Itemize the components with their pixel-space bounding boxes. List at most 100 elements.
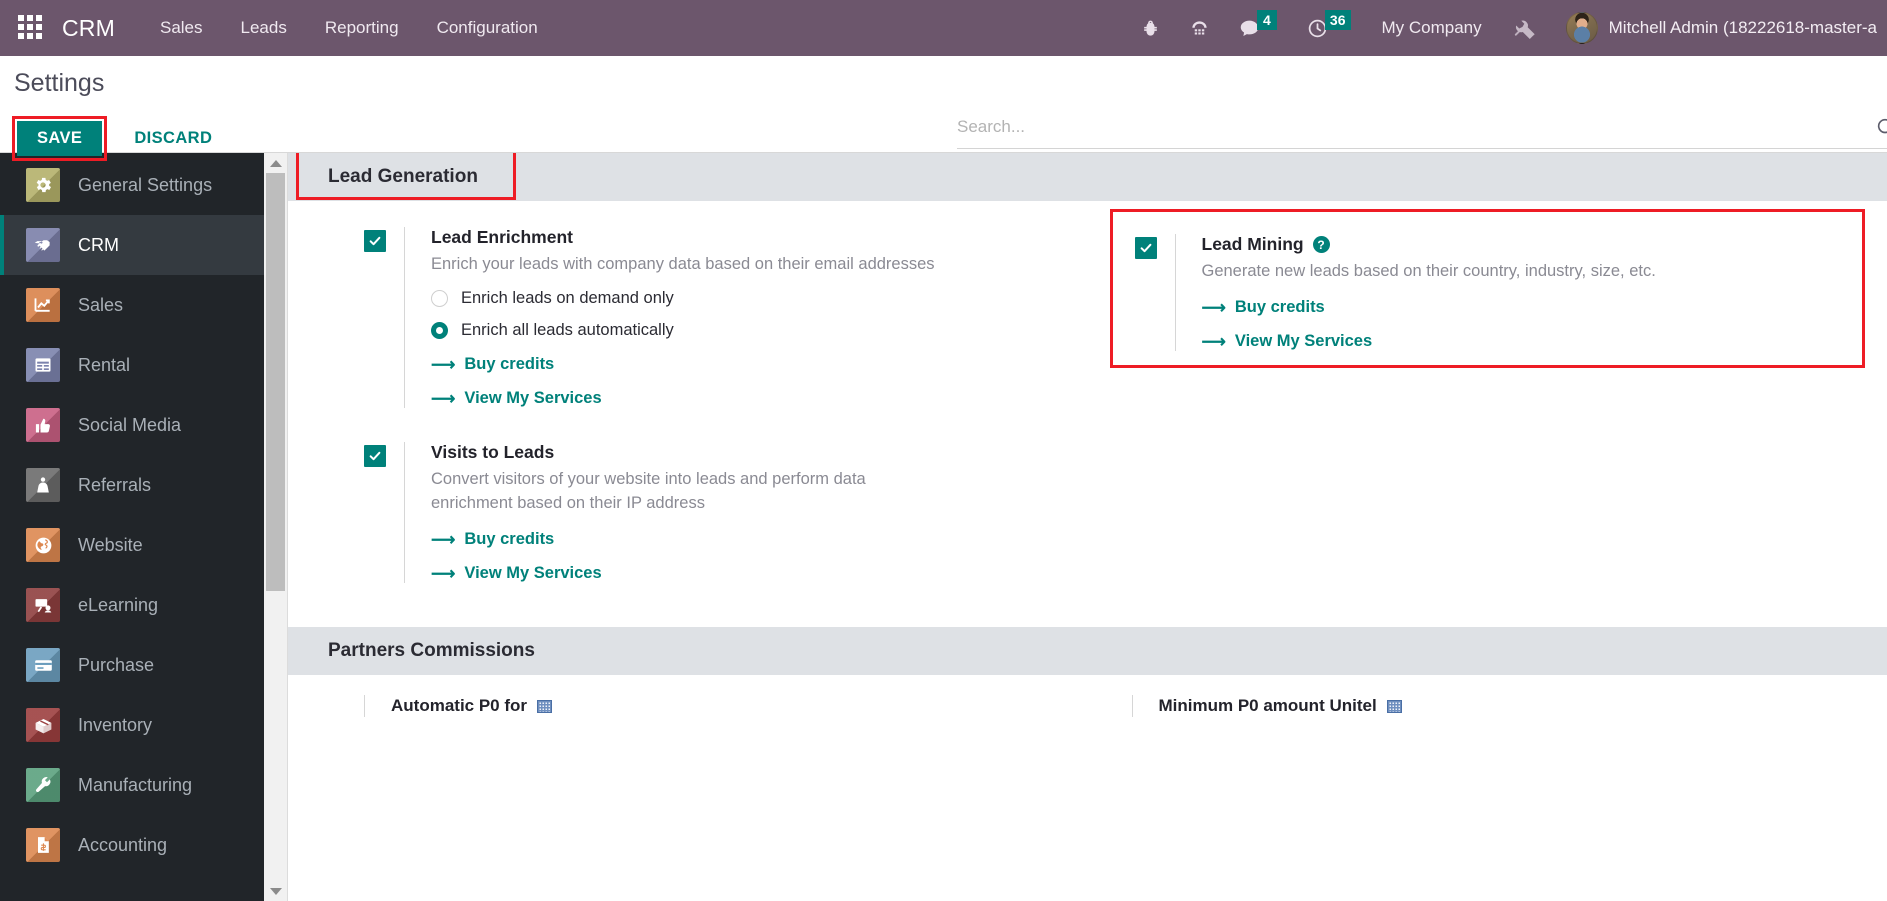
top-navbar: CRM Sales Leads Reporting Configuration … (0, 0, 1887, 56)
arrow-right-icon: ⟶ (1201, 298, 1226, 318)
scrollbar-down-arrow[interactable] (264, 881, 287, 901)
sidebar-item-elearning[interactable]: eLearning (0, 575, 264, 635)
lead-enrichment-content: Lead Enrichment Enrich your leads with c… (404, 227, 1068, 409)
messages-icon[interactable]: 4 (1224, 0, 1292, 56)
link-label: Buy credits (464, 530, 555, 549)
sidebar-item-general-settings[interactable]: General Settings (0, 155, 264, 215)
company-switcher[interactable]: My Company (1366, 18, 1498, 38)
sidebar-item-label: Accounting (78, 834, 168, 855)
box-icon (26, 708, 60, 742)
settings-scrollbar[interactable] (264, 153, 288, 901)
sidebar-item-inventory[interactable]: Inventory (0, 695, 264, 755)
invoice-icon (26, 828, 60, 862)
automatic-po-label: Automatic P0 for (391, 696, 528, 716)
app-brand-crm[interactable]: CRM (56, 15, 141, 42)
lead-generation-left-column: Lead Enrichment Enrich your leads with c… (288, 227, 1088, 617)
radio-button[interactable] (431, 290, 448, 308)
lead-enrichment-title-text: Lead Enrichment (431, 227, 573, 247)
lead-enrichment-description: Enrich your leads with company data base… (431, 255, 935, 273)
radio-enrich-automatically[interactable]: Enrich all leads automatically (431, 321, 1068, 340)
search-icon[interactable] (1875, 116, 1887, 138)
gear-icon (26, 168, 60, 202)
lead-mining-checkbox[interactable] (1134, 237, 1157, 259)
navbar-right-group: 4 36 My Company Mitchell Admin (18222618… (1126, 0, 1887, 56)
automatic-po-field: Automatic P0 for (364, 695, 1088, 718)
lead-enrichment-view-services-link[interactable]: ⟶ View My Services (431, 389, 602, 408)
sidebar-item-accounting[interactable]: Accounting (0, 815, 264, 875)
lead-mining-title: Lead Mining ? (1202, 234, 1843, 255)
arrow-right-icon: ⟶ (431, 355, 456, 375)
radio-label: Enrich leads on demand only (461, 289, 674, 308)
user-name-label: Mitchell Admin (18222618-master-a (1608, 18, 1877, 37)
scrollbar-up-arrow[interactable] (264, 153, 287, 173)
lead-mining-buy-credits-link[interactable]: ⟶ Buy credits (1202, 298, 1325, 317)
lead-enrichment-checkbox[interactable] (364, 230, 386, 252)
lead-enrichment-title: Lead Enrichment (431, 227, 1068, 248)
sidebar-item-referrals[interactable]: Referrals (0, 455, 264, 515)
grid-icon (537, 699, 553, 713)
settings-body: General Settings CRM Sales Rental Social (0, 153, 1887, 901)
visits-to-leads-title-text: Visits to Leads (431, 442, 555, 463)
save-button[interactable]: SAVE (17, 121, 103, 157)
visits-to-leads-buy-credits-link[interactable]: ⟶ Buy credits (431, 530, 554, 549)
nav-menu-sales[interactable]: Sales (141, 0, 222, 56)
visits-to-leads-view-services-link[interactable]: ⟶ View My Services (431, 564, 602, 583)
arrow-right-icon: ⟶ (431, 389, 456, 409)
search-bar (957, 116, 1887, 149)
scrollbar-thumb[interactable] (266, 173, 285, 591)
sidebar-item-purchase[interactable]: Purchase (0, 635, 264, 695)
lead-generation-right-column: Lead Mining ? Generate new leads based o… (1088, 209, 1887, 617)
sidebar-item-label: Sales (78, 294, 124, 315)
partners-commissions-right-column: Minimum P0 amount Unitel (1088, 695, 1887, 718)
visits-to-leads-description: Convert visitors of your website into le… (431, 470, 866, 512)
nav-menu-configuration[interactable]: Configuration (418, 0, 557, 56)
visits-to-leads-title: Visits to Leads (431, 442, 1068, 463)
discard-button[interactable]: DISCARD (120, 121, 226, 156)
help-question-icon[interactable]: ? (1312, 236, 1330, 253)
arrow-right-icon: ⟶ (1201, 332, 1226, 352)
sidebar-item-website[interactable]: Website (0, 515, 264, 575)
visits-to-leads-content: Visits to Leads Convert visitors of your… (404, 442, 1068, 584)
activities-clock-icon[interactable]: 36 (1292, 0, 1366, 56)
settings-sidebar: General Settings CRM Sales Rental Social (0, 153, 264, 901)
sidebar-item-label: General Settings (78, 174, 213, 195)
dialpad-icon[interactable] (1175, 0, 1224, 56)
sidebar-item-label: Inventory (78, 714, 153, 735)
sidebar-item-label: Rental (78, 354, 131, 375)
grid-icon (1386, 699, 1402, 713)
partners-commissions-left-column: Automatic P0 for (288, 695, 1088, 718)
form-action-buttons: SAVE DISCARD (12, 116, 226, 162)
partners-commissions-body: Automatic P0 for Minimum P0 amount Unite… (288, 675, 1887, 718)
minimum-po-label: Minimum P0 amount Unitel (1158, 696, 1377, 716)
scrollbar-track[interactable] (264, 173, 287, 881)
nav-menu-leads[interactable]: Leads (222, 0, 306, 56)
visits-to-leads-checkbox[interactable] (364, 445, 386, 468)
lead-generation-body: Lead Enrichment Enrich your leads with c… (288, 201, 1887, 627)
section-header-partners-commissions: Partners Commissions (288, 627, 1887, 676)
link-label: Buy credits (1234, 298, 1325, 317)
setting-block-visits-to-leads: Visits to Leads Convert visitors of your… (364, 442, 1068, 584)
bug-icon[interactable] (1126, 0, 1175, 56)
activities-badge: 36 (1324, 10, 1351, 30)
sidebar-item-rental[interactable]: Rental (0, 335, 264, 395)
avatar (1565, 12, 1598, 44)
sidebar-item-social-media[interactable]: Social Media (0, 395, 264, 455)
user-menu[interactable]: Mitchell Admin (18222618-master-a (1552, 12, 1887, 44)
search-input[interactable] (957, 117, 1875, 137)
radio-enrich-on-demand[interactable]: Enrich leads on demand only (431, 289, 1068, 308)
link-label: View My Services (464, 564, 602, 583)
sidebar-item-crm[interactable]: CRM (0, 215, 264, 275)
radio-button[interactable] (431, 322, 448, 340)
apps-grid-icon[interactable] (18, 15, 44, 41)
messages-badge: 4 (1256, 10, 1277, 30)
lead-mining-view-services-link[interactable]: ⟶ View My Services (1202, 332, 1373, 351)
control-panel: Settings SAVE DISCARD (0, 56, 1887, 162)
tools-icon[interactable] (1498, 0, 1552, 56)
lead-enrichment-buy-credits-link[interactable]: ⟶ Buy credits (431, 355, 554, 374)
sidebar-item-sales[interactable]: Sales (0, 275, 264, 335)
sidebar-item-label: Website (78, 534, 143, 555)
nav-menu-reporting[interactable]: Reporting (306, 0, 418, 56)
sidebar-item-manufacturing[interactable]: Manufacturing (0, 755, 264, 815)
setting-block-lead-enrichment: Lead Enrichment Enrich your leads with c… (364, 227, 1068, 409)
setting-block-lead-mining: Lead Mining ? Generate new leads based o… (1109, 209, 1865, 369)
